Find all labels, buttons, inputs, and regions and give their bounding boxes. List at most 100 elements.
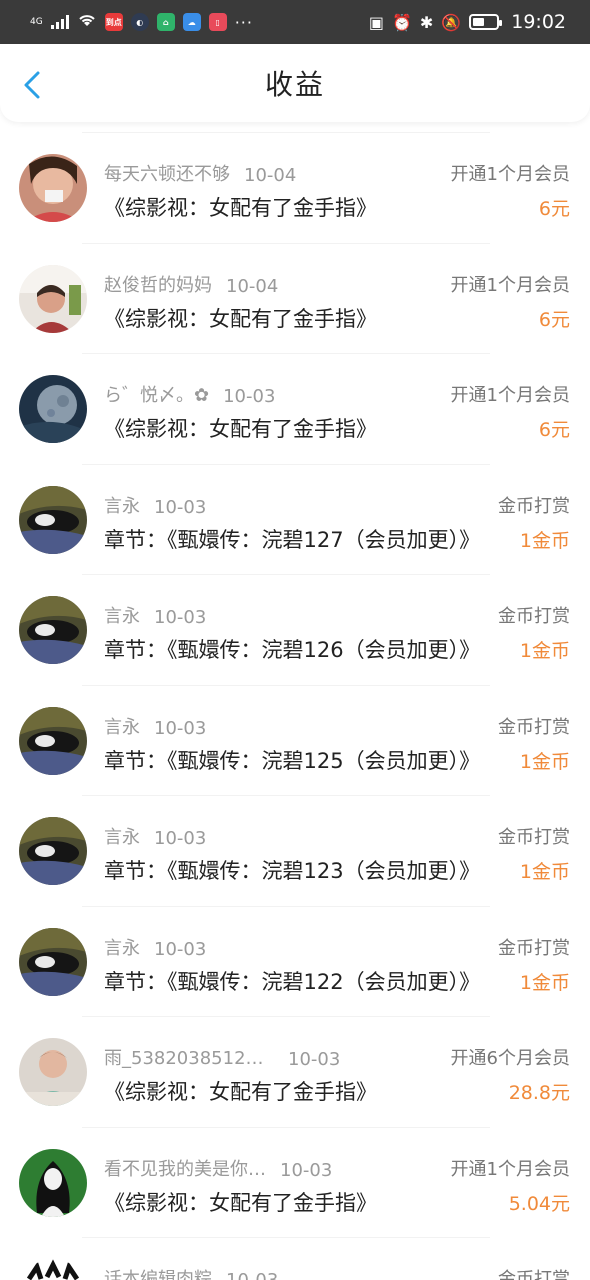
record-meta: ら゛悦〆。✿ 10-03 [104,381,275,407]
list-item[interactable]: 每天六顿还不够 10-04 《综影视：女配有了金手指》 开通1个月会员 6元 [0,122,590,233]
record-amount: 1金币 [519,971,570,994]
user-name: 言永 [104,716,140,738]
record-amount: 1金币 [519,529,570,552]
user-name: 言永 [104,606,140,627]
record-meta: 言永 10-03 [104,492,206,518]
avatar [19,706,87,775]
record-meta: 言永 10-03 [104,823,206,849]
app-badge-icon: ◐ [130,13,149,31]
record-date: 10-03 [154,717,207,739]
record-type: 金币打赏 [498,937,570,959]
record-amount: 28.8元 [508,1082,570,1104]
record-type: 金币打赏 [498,495,570,517]
record-meta: 每天六顿还不够 10-04 [104,160,296,186]
record-type: 开通1个月会员 [450,1158,570,1180]
record-content: 《综影视：女配有了金手指》 [104,306,377,331]
record-meta: 雨_53820385126… 10-03 [104,1044,340,1070]
avatar [19,264,87,333]
nfc-icon: ▣ [368,12,384,32]
book-app-icon: ▯ [208,13,227,31]
status-bar-left: 4G 到点 ◐ ⌂ ☁ ▯ ··· [30,12,253,32]
app-badge-icon: 到点 [104,13,123,31]
record-date: 10-03 [154,496,207,518]
avatar [19,927,87,996]
avatar [19,817,87,885]
record-meta: 话本编辑肉粽 10-03 [104,1265,278,1280]
list-item[interactable]: 言永 10-03 章节：《甄嬛传：浣碧123（会员加更）》 金币打赏 1金币 [0,785,590,896]
record-date: 10-04 [226,275,279,297]
record-meta: 言永 10-03 [104,713,206,739]
record-date: 10-03 [226,1270,278,1280]
record-amount: 6元 [538,308,570,331]
user-name: 言永 [104,827,140,848]
record-content: 《综影视：女配有了金手指》 [104,1190,377,1215]
wifi-icon [77,12,97,32]
record-content: 《综影视：女配有了金手指》 [104,196,377,220]
record-amount: 6元 [538,198,570,220]
back-button[interactable] [20,70,44,100]
top-app-bar: 收益 [0,44,590,122]
record-amount: 5.04元 [508,1192,570,1215]
user-name: 话本编辑肉粽 [104,1269,212,1280]
bluetooth-icon: ✱ [419,12,434,32]
chevron-left-icon [24,71,40,99]
list-item[interactable]: 话本编辑肉粽 10-03 金币打赏 [0,1227,590,1280]
user-name: 言永 [104,495,140,517]
record-content: 章节：《甄嬛传：浣碧126（会员加更）》 [104,638,481,662]
status-time: 19:02 [511,11,566,33]
record-amount: 1金币 [519,640,570,662]
list-item[interactable]: 言永 10-03 章节：《甄嬛传：浣碧127（会员加更）》 金币打赏 1金币 [0,454,590,565]
list-item[interactable]: ら゛悦〆。✿ 10-03 《综影视：女配有了金手指》 开通1个月会员 6元 [0,343,590,454]
record-type: 金币打赏 [498,1269,570,1280]
record-content: 章节：《甄嬛传：浣碧127（会员加更）》 [104,527,481,552]
cloud-app-icon: ☁ [182,13,201,31]
user-name: 看不见我的美是你… [104,1158,266,1180]
user-name: 雨_53820385126… [104,1048,274,1069]
record-date: 10-03 [280,1159,333,1181]
user-name: 每天六顿还不够 [104,164,230,185]
record-content: 章节：《甄嬛传：浣碧123（会员加更）》 [104,859,481,883]
record-date: 10-03 [154,938,207,960]
record-date: 10-03 [154,828,207,849]
list-item[interactable]: 言永 10-03 章节：《甄嬛传：浣碧122（会员加更）》 金币打赏 1金币 [0,896,590,1007]
record-content: 《综影视：女配有了金手指》 [104,1080,377,1104]
more-notifications-icon: ··· [234,12,253,32]
avatar [19,485,87,554]
record-date: 10-03 [154,607,207,628]
avatar [19,1259,87,1280]
user-name: 赵俊哲的妈妈 [104,274,212,296]
page-title: 收益 [264,68,325,101]
record-type: 开通1个月会员 [450,385,570,406]
record-type: 金币打赏 [498,827,570,848]
record-amount: 1金币 [519,861,570,883]
record-type: 开通1个月会员 [450,164,570,185]
record-content: 章节：《甄嬛传：浣碧125（会员加更）》 [104,748,481,773]
battery-icon [469,14,503,30]
avatar [19,596,87,664]
user-name: ら゛悦〆。✿ [104,385,210,406]
record-meta: 言永 10-03 [104,602,206,628]
list-item[interactable]: 赵俊哲的妈妈 10-04 《综影视：女配有了金手指》 开通1个月会员 6元 [0,233,590,344]
list-item[interactable]: 雨_53820385126… 10-03 《综影视：女配有了金手指》 开通6个月会… [0,1006,590,1117]
status-bar-right: ▣ ⏰ ✱ 🔕 19:02 [369,11,566,33]
record-meta: 言永 10-03 [104,934,206,960]
avatar [19,1148,87,1217]
avatar [19,1038,87,1106]
record-amount: 6元 [538,419,570,441]
status-bar: 4G 到点 ◐ ⌂ ☁ ▯ ··· ▣ ⏰ ✱ 🔕 19:02 [0,0,590,44]
list-item[interactable]: 看不见我的美是你… 10-03 《综影视：女配有了金手指》 开通1个月会员 5.0… [0,1117,590,1228]
earnings-list: 每天六顿还不够 10-04 《综影视：女配有了金手指》 开通1个月会员 6元 赵俊… [0,122,590,1280]
list-item[interactable]: 言永 10-03 章节：《甄嬛传：浣碧126（会员加更）》 金币打赏 1金币 [0,564,590,675]
signal-icon [50,15,69,29]
record-type: 开通6个月会员 [450,1048,570,1069]
record-date: 10-03 [288,1049,341,1070]
record-meta: 赵俊哲的妈妈 10-04 [104,271,278,297]
record-content: 章节：《甄嬛传：浣碧122（会员加更）》 [104,969,481,994]
record-amount: 1金币 [519,750,570,773]
record-type: 金币打赏 [498,716,570,738]
list-item[interactable]: 言永 10-03 章节：《甄嬛传：浣碧125（会员加更）》 金币打赏 1金币 [0,675,590,786]
record-date: 10-03 [223,386,276,407]
user-name: 言永 [104,937,140,959]
record-type: 金币打赏 [498,606,570,627]
alarm-icon: ⏰ [391,12,412,32]
